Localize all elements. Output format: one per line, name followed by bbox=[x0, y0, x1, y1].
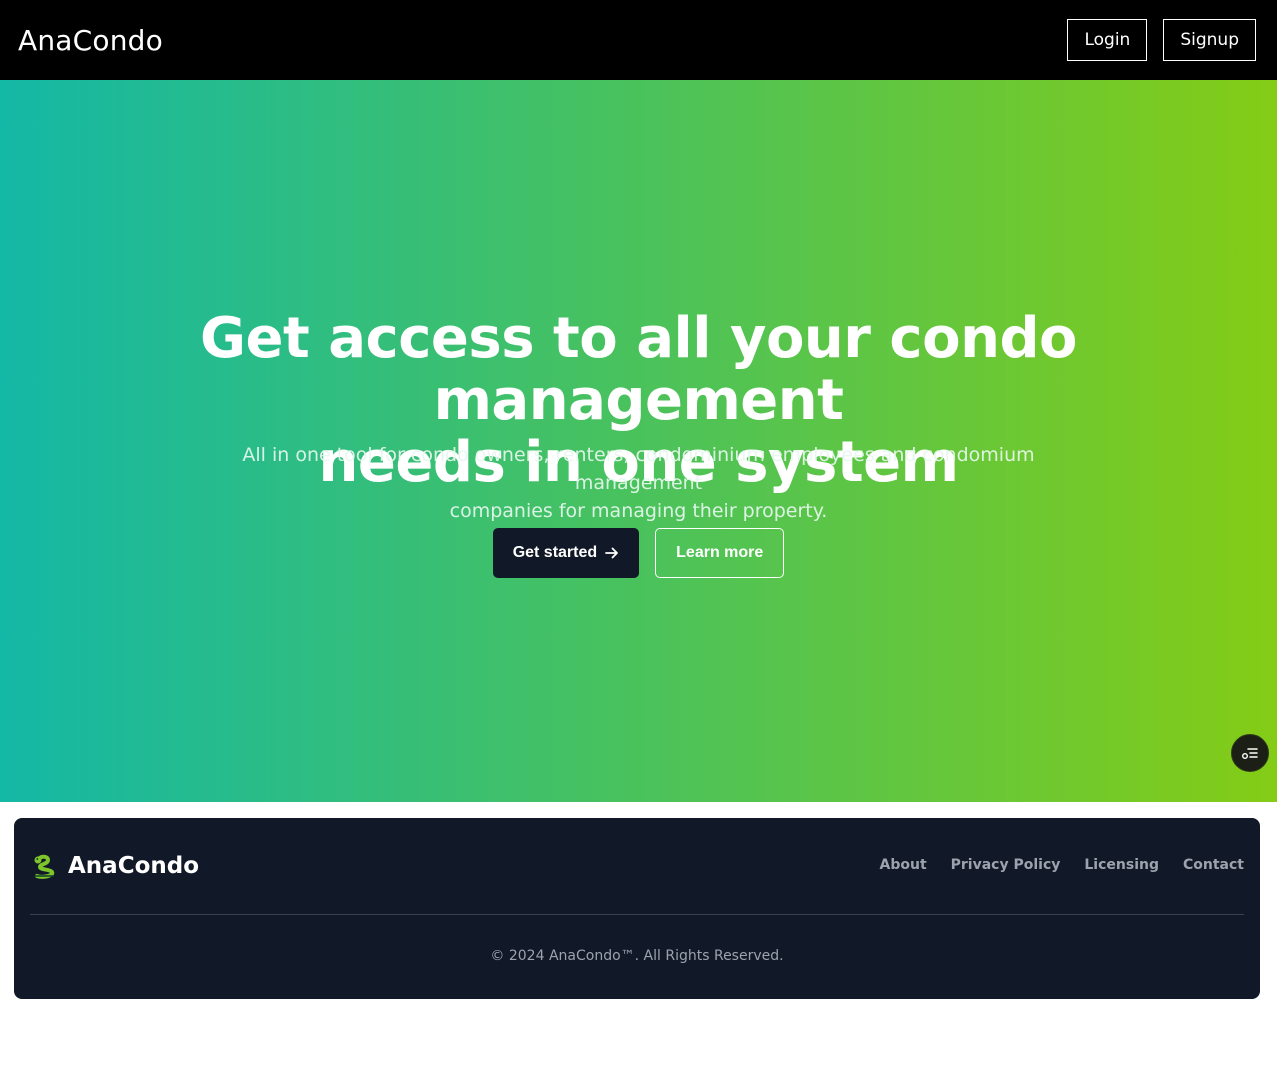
footer-link-contact[interactable]: Contact bbox=[1183, 857, 1244, 873]
learn-more-button[interactable]: Learn more bbox=[655, 528, 785, 578]
footer-link-privacy-policy[interactable]: Privacy Policy bbox=[951, 857, 1061, 873]
hero-subtitle-line-1: All in one tool for condo owners, renter… bbox=[242, 444, 1035, 494]
footer-link-about[interactable]: About bbox=[880, 857, 927, 873]
get-started-button[interactable]: Get started bbox=[492, 528, 640, 578]
footer-brand-name: AnaCondo bbox=[68, 853, 200, 879]
top-navbar: AnaCondo Login Signup bbox=[0, 0, 1277, 80]
auth-buttons: Login Signup bbox=[1067, 19, 1256, 61]
snake-icon bbox=[34, 854, 55, 879]
get-started-label: Get started bbox=[512, 544, 598, 561]
footer-link-licensing[interactable]: Licensing bbox=[1084, 857, 1159, 873]
list-settings-icon bbox=[1242, 748, 1258, 759]
cta-buttons: Get started Learn more bbox=[0, 528, 1277, 578]
hero-subtitle-line-2: companies for managing their property. bbox=[449, 500, 828, 522]
login-button[interactable]: Login bbox=[1067, 19, 1148, 61]
signup-button[interactable]: Signup bbox=[1163, 19, 1256, 61]
footer: AnaCondo About Privacy Policy Licensing … bbox=[14, 818, 1260, 999]
hero-section: Get access to all your condo management … bbox=[0, 80, 1277, 802]
copyright-text: © 2024 AnaCondo™. All Rights Reserved. bbox=[490, 948, 784, 964]
brand-title[interactable]: AnaCondo bbox=[18, 24, 163, 57]
footer-brand[interactable]: AnaCondo bbox=[32, 852, 199, 880]
hero-subtitle: All in one tool for condo owners, renter… bbox=[200, 441, 1077, 525]
floating-menu-button[interactable] bbox=[1231, 734, 1269, 772]
hero-title-line-1: Get access to all your condo management bbox=[200, 306, 1078, 433]
footer-divider bbox=[30, 914, 1244, 915]
arrow-right-icon bbox=[605, 547, 619, 559]
footer-links: About Privacy Policy Licensing Contact bbox=[880, 857, 1245, 873]
